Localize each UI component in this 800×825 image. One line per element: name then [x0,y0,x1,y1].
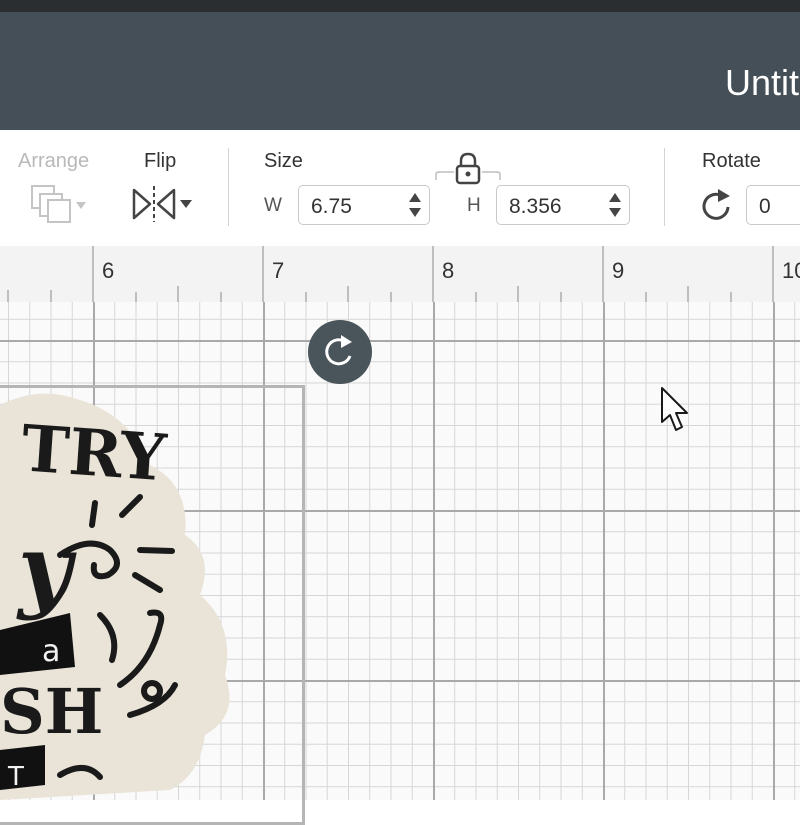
width-value[interactable]: 6.75 [311,195,352,219]
edit-toolbar: Arrange Flip Size W 6.75 H 8.356 Rotate … [0,130,800,247]
ruler-ticks [7,246,774,302]
design-fragment: T [7,762,24,792]
rotate-handle-icon [325,335,352,366]
design-artwork: TRY y a SH T [0,393,230,800]
horizontal-ruler: 6 7 8 9 10 [0,246,800,303]
arrange-label: Arrange [18,150,90,172]
document-title[interactable]: Untit [725,62,799,104]
design-word-try: TRY [19,411,170,496]
height-letter: H [467,195,481,216]
os-top-strip [0,0,800,12]
width-letter: W [264,195,282,216]
mouse-cursor-icon [661,387,688,431]
size-label: Size [264,150,303,172]
width-stepper-icon[interactable] [407,190,423,220]
arrange-icon[interactable] [28,182,92,224]
flip-icon[interactable] [130,184,196,224]
toolbar-separator [664,148,665,226]
ruler-mark: 6 [102,258,115,283]
ruler-mark: 7 [272,258,285,283]
design-image[interactable]: TRY y a SH T [0,385,260,800]
rotate-icon [702,189,730,220]
width-input[interactable]: 6.75 [298,185,430,225]
design-letter-a: a [42,634,60,669]
flip-label: Flip [144,150,177,172]
ruler-mark: 10 [782,258,800,283]
design-letter-y: y [16,514,77,622]
rotate-handle[interactable] [308,320,372,384]
toolbar-separator [228,148,229,226]
rotate-value[interactable]: 0 [759,195,771,219]
ruler-mark: 8 [442,258,455,283]
lock-icon[interactable] [432,150,504,186]
height-value[interactable]: 8.356 [509,195,562,219]
app-header: Untit [0,12,800,130]
height-input[interactable]: 8.356 [496,185,630,225]
design-word-sh: SH [0,675,103,748]
ruler-mark: 9 [612,258,625,283]
height-stepper-icon[interactable] [607,190,623,220]
rotate-label: Rotate [702,150,761,172]
rotate-input[interactable]: 0 [746,185,800,225]
